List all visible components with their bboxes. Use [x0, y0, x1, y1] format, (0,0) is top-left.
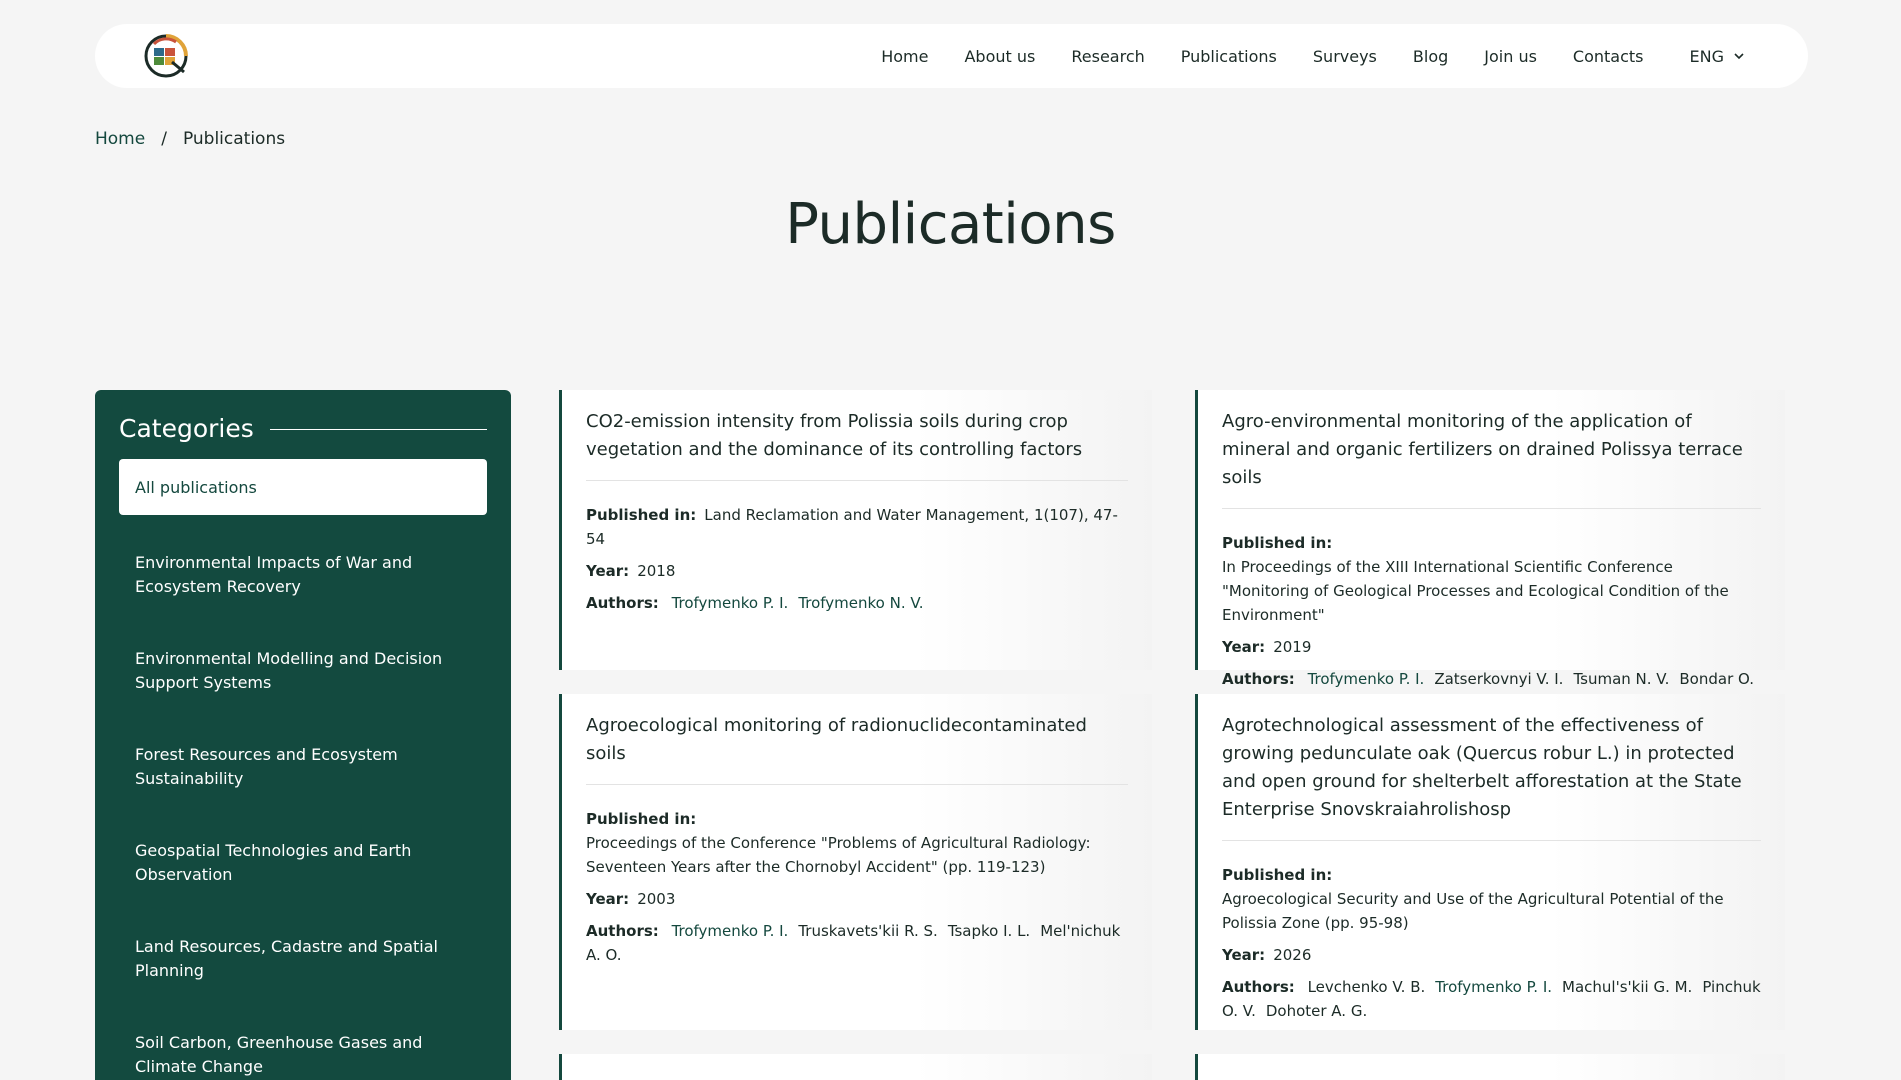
- authors-row: Authors: Trofymenko P. I. Trofymenko N. V…: [586, 591, 1128, 615]
- published-in-label: Published in:: [1222, 866, 1333, 884]
- author-name[interactable]: Trofymenko P. I.: [1308, 670, 1425, 688]
- site-logo-icon[interactable]: [141, 31, 191, 81]
- author-name: Zatserkovnyi V. I.: [1434, 670, 1564, 688]
- published-in-row: Published in: Agroecological Security an…: [1222, 863, 1761, 935]
- author-name: Truskavets'kii R. S.: [798, 922, 938, 940]
- sidebar-divider: [269, 429, 487, 430]
- chevron-down-icon: [1734, 52, 1744, 60]
- year-value: 2003: [637, 890, 676, 908]
- nav-research[interactable]: Research: [1071, 47, 1144, 66]
- author-name[interactable]: Trofymenko P. I.: [1435, 978, 1552, 996]
- authors-label: Authors:: [1222, 978, 1295, 996]
- year-label: Year:: [1222, 638, 1266, 656]
- authors-row: Authors: Levchenko V. B. Trofymenko P. I.…: [1222, 975, 1761, 1023]
- published-in-label: Published in:: [586, 506, 697, 524]
- sidebar-title: Categories: [119, 414, 254, 443]
- page: Home About us Research Publications Surv…: [0, 0, 1901, 1080]
- author-name: Levchenko V. B.: [1307, 978, 1426, 996]
- publication-card[interactable]: CO2-emission intensity from Polissia soi…: [559, 390, 1152, 670]
- category-item[interactable]: Environmental Modelling and Decision Sup…: [119, 635, 487, 731]
- authors-label: Authors:: [586, 594, 659, 612]
- year-row: Year: 2026: [1222, 943, 1761, 967]
- language-label: ENG: [1689, 46, 1724, 66]
- publication-title[interactable]: Agroecological monitoring of radionuclid…: [586, 712, 1128, 785]
- category-item[interactable]: Land Resources, Cadastre and Spatial Pla…: [119, 923, 487, 1019]
- category-item[interactable]: Soil Carbon, Greenhouse Gases and Climat…: [119, 1019, 487, 1080]
- publication-title[interactable]: CO2-emission intensity from Polissia soi…: [586, 408, 1128, 481]
- published-in-row: Published in: Proceedings of the Confere…: [586, 807, 1128, 879]
- published-in-value: Proceedings of the Conference "Problems …: [586, 834, 1091, 876]
- category-item[interactable]: Geospatial Technologies and Earth Observ…: [119, 827, 487, 923]
- year-value: 2019: [1273, 638, 1312, 656]
- year-label: Year:: [1222, 946, 1266, 964]
- published-in-label: Published in:: [1222, 534, 1333, 552]
- author-name[interactable]: Trofymenko N. V.: [798, 594, 923, 612]
- publication-card[interactable]: Agro-environmental monitoring of the app…: [1195, 390, 1785, 712]
- language-selector[interactable]: ENG: [1690, 47, 1744, 66]
- authors-label: Authors:: [1222, 670, 1295, 688]
- author-name: Tsuman N. V.: [1573, 670, 1670, 688]
- year-label: Year:: [586, 562, 630, 580]
- publication-card[interactable]: Agrotechnological assessment of the effe…: [1195, 694, 1785, 1030]
- category-item[interactable]: Environmental Impacts of War and Ecosyst…: [119, 539, 487, 635]
- nav-surveys[interactable]: Surveys: [1313, 47, 1377, 66]
- year-value: 2026: [1273, 946, 1312, 964]
- author-name: Tsapko I. L.: [947, 922, 1031, 940]
- sidebar-header: Categories: [119, 414, 487, 443]
- main-nav: Home About us Research Publications Surv…: [881, 47, 1744, 66]
- nav-blog[interactable]: Blog: [1413, 47, 1448, 66]
- published-in-row: Published in: Land Reclamation and Water …: [586, 503, 1128, 551]
- author-name[interactable]: Trofymenko P. I.: [672, 594, 789, 612]
- authors-label: Authors:: [586, 922, 659, 940]
- publication-title[interactable]: Agro-environmental monitoring of the app…: [1222, 408, 1761, 509]
- page-title: Publications: [785, 192, 1116, 257]
- nav-home[interactable]: Home: [881, 47, 928, 66]
- year-label: Year:: [586, 890, 630, 908]
- year-row: Year: 2019: [1222, 635, 1761, 659]
- publication-title[interactable]: Agrotechnological assessment of the effe…: [1222, 712, 1761, 841]
- category-list: Environmental Impacts of War and Ecosyst…: [119, 539, 487, 1080]
- categories-sidebar: Categories All publications Environmenta…: [95, 390, 511, 1080]
- published-in-label: Published in:: [586, 810, 697, 828]
- published-in-value: Agroecological Security and Use of the A…: [1222, 890, 1724, 932]
- nav-about-us[interactable]: About us: [964, 47, 1035, 66]
- breadcrumb-separator: /: [161, 129, 167, 149]
- breadcrumb-current: Publications: [182, 129, 286, 149]
- authors-row: Authors: Trofymenko P. I. Truskavets'kii …: [586, 919, 1128, 967]
- nav-join-us[interactable]: Join us: [1484, 47, 1537, 66]
- published-in-value: In Proceedings of the XIII International…: [1222, 558, 1729, 624]
- author-name[interactable]: Trofymenko P. I.: [672, 922, 789, 940]
- year-value: 2018: [637, 562, 676, 580]
- author-name: Machul's'kii G. M.: [1562, 978, 1693, 996]
- publication-card[interactable]: [1195, 1054, 1785, 1080]
- breadcrumb: Home / Publications: [95, 129, 285, 149]
- year-row: Year: 2018: [586, 559, 1128, 583]
- nav-contacts[interactable]: Contacts: [1573, 47, 1644, 66]
- publication-card[interactable]: [559, 1054, 1152, 1080]
- author-name: Dohoter A. G.: [1265, 1002, 1368, 1020]
- category-all-publications[interactable]: All publications: [119, 459, 487, 515]
- nav-publications[interactable]: Publications: [1181, 47, 1277, 66]
- publication-card[interactable]: Agroecological monitoring of radionuclid…: [559, 694, 1152, 1030]
- breadcrumb-home[interactable]: Home: [95, 129, 145, 149]
- category-item[interactable]: Forest Resources and Ecosystem Sustainab…: [119, 731, 487, 827]
- site-header: Home About us Research Publications Surv…: [95, 24, 1808, 88]
- published-in-row: Published in: In Proceedings of the XIII…: [1222, 531, 1761, 627]
- year-row: Year: 2003: [586, 887, 1128, 911]
